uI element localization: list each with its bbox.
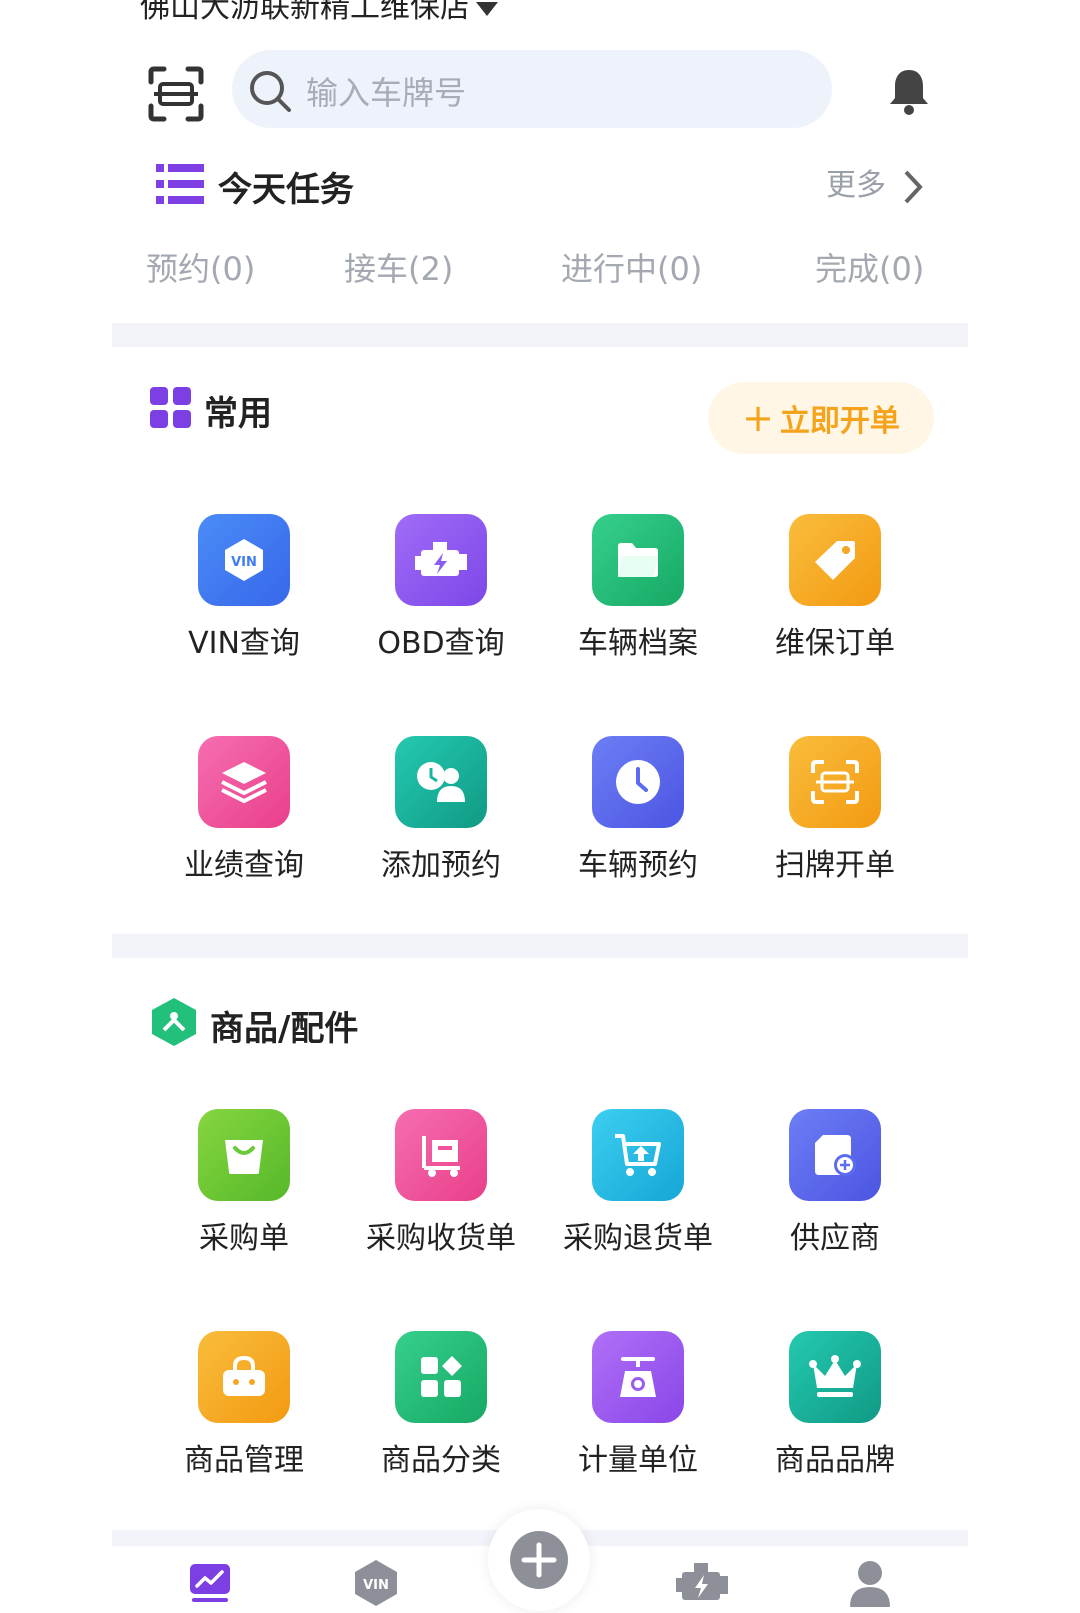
shortcut-label: 商品品牌 (775, 1443, 895, 1478)
shortcut-goods-category[interactable]: 商品分类 (343, 1331, 539, 1479)
shortcut-performance-query[interactable]: 业绩查询 (146, 736, 342, 884)
scale-icon (592, 1331, 684, 1423)
shop-selector[interactable]: 佛山大沥联新精工维保店 (140, 0, 498, 26)
section-divider (112, 934, 968, 958)
add-icon (510, 1531, 568, 1589)
nav-profile[interactable] (840, 1558, 900, 1608)
shortcut-scan-plate-order[interactable]: 扫牌开单 (737, 736, 933, 884)
shortcut-obd-query[interactable]: OBD查询 (343, 514, 539, 662)
shortcut-purchase-order[interactable]: 采购单 (146, 1109, 342, 1257)
shortcut-vehicle-archive[interactable]: 车辆档案 (540, 514, 736, 662)
shortcut-label: 计量单位 (578, 1443, 698, 1478)
nav-vin[interactable]: VIN (346, 1558, 406, 1608)
user-clock-icon (395, 736, 487, 828)
shortcut-label: OBD查询 (377, 626, 505, 661)
svg-text:VIN: VIN (231, 555, 257, 570)
vin-icon: VIN (355, 1560, 397, 1606)
shortcut-goods-management[interactable]: 商品管理 (146, 1331, 342, 1479)
task-list-icon (156, 164, 204, 208)
vin-text: VIN (363, 1578, 389, 1593)
shortcut-goods-brand[interactable]: 商品品牌 (737, 1331, 933, 1479)
open-order-button[interactable]: + 立即开单 (708, 382, 934, 454)
shopping-bag-icon (198, 1109, 290, 1201)
shortcut-label: 商品分类 (381, 1443, 501, 1478)
common-title: 常用 (204, 394, 272, 434)
shortcut-label: 采购单 (199, 1221, 289, 1256)
shortcut-label: 车辆预约 (578, 848, 698, 883)
shortcut-label: 扫牌开单 (775, 848, 895, 883)
cart-receive-icon (395, 1109, 487, 1201)
vin-icon: VIN (198, 514, 290, 606)
shortcut-maintenance-order[interactable]: 维保订单 (737, 514, 933, 662)
shortcut-label: 采购收货单 (366, 1221, 516, 1256)
scan-button[interactable] (148, 66, 204, 122)
open-order-label: 立即开单 (779, 404, 900, 439)
bell-icon (890, 70, 928, 115)
nav-dashboard[interactable] (180, 1558, 240, 1608)
shortcut-label: 采购退货单 (563, 1221, 713, 1256)
shortcut-vehicle-appointment[interactable]: 车辆预约 (540, 736, 736, 884)
folder-icon (592, 514, 684, 606)
shop-name: 佛山大沥联新精工维保店 (140, 0, 470, 25)
shortcut-label: 供应商 (790, 1221, 880, 1256)
shortcut-vin-query[interactable]: VIN VIN查询 (146, 514, 342, 662)
grid-icon (150, 387, 192, 433)
clock-icon (592, 736, 684, 828)
engine-icon (395, 514, 487, 606)
search-bar[interactable]: 输入车牌号 (232, 50, 832, 128)
layers-icon (198, 736, 290, 828)
dashboard-icon (190, 1564, 230, 1602)
nav-obd[interactable] (672, 1558, 732, 1608)
chevron-right-icon (904, 170, 923, 203)
engine-icon (676, 1563, 728, 1600)
shortcut-measure-unit[interactable]: 计量单位 (540, 1331, 736, 1479)
tab-appointment[interactable]: 预约(0) (146, 244, 255, 290)
crown-icon (789, 1331, 881, 1423)
notification-button[interactable] (888, 66, 930, 116)
tab-completed[interactable]: 完成(0) (815, 244, 924, 290)
caret-down-icon (476, 1, 498, 16)
goods-hexagon-icon (150, 996, 198, 1052)
shortcut-label: 车辆档案 (578, 626, 698, 661)
search-icon (250, 71, 291, 112)
scan-icon (789, 736, 881, 828)
cart-return-icon (592, 1109, 684, 1201)
shortcut-label: 维保订单 (775, 626, 895, 661)
goods-title: 商品/配件 (210, 1009, 359, 1049)
shortcut-supplier[interactable]: 供应商 (737, 1109, 933, 1257)
basket-icon (198, 1331, 290, 1423)
supplier-icon (789, 1109, 881, 1201)
plus-icon: + (742, 396, 774, 440)
tag-icon (789, 514, 881, 606)
section-divider (112, 323, 968, 347)
more-link[interactable]: 更多 (826, 160, 924, 205)
category-icon (395, 1331, 487, 1423)
tab-in-progress[interactable]: 进行中(0) (561, 244, 702, 290)
shortcut-label: 业绩查询 (184, 848, 304, 883)
profile-icon (850, 1561, 890, 1607)
add-button[interactable] (488, 1509, 590, 1611)
scan-icon (148, 66, 204, 122)
shortcut-purchase-return[interactable]: 采购退货单 (540, 1109, 736, 1257)
shortcut-label: VIN查询 (188, 626, 300, 661)
shortcut-purchase-receipt[interactable]: 采购收货单 (343, 1109, 539, 1257)
shortcut-add-appointment[interactable]: 添加预约 (343, 736, 539, 884)
tasks-title: 今天任务 (218, 170, 354, 210)
more-label: 更多 (826, 168, 886, 203)
search-placeholder: 输入车牌号 (306, 74, 467, 112)
shortcut-label: 商品管理 (184, 1443, 304, 1478)
shortcut-label: 添加预约 (381, 848, 501, 883)
tab-pickup[interactable]: 接车(2) (344, 244, 453, 290)
